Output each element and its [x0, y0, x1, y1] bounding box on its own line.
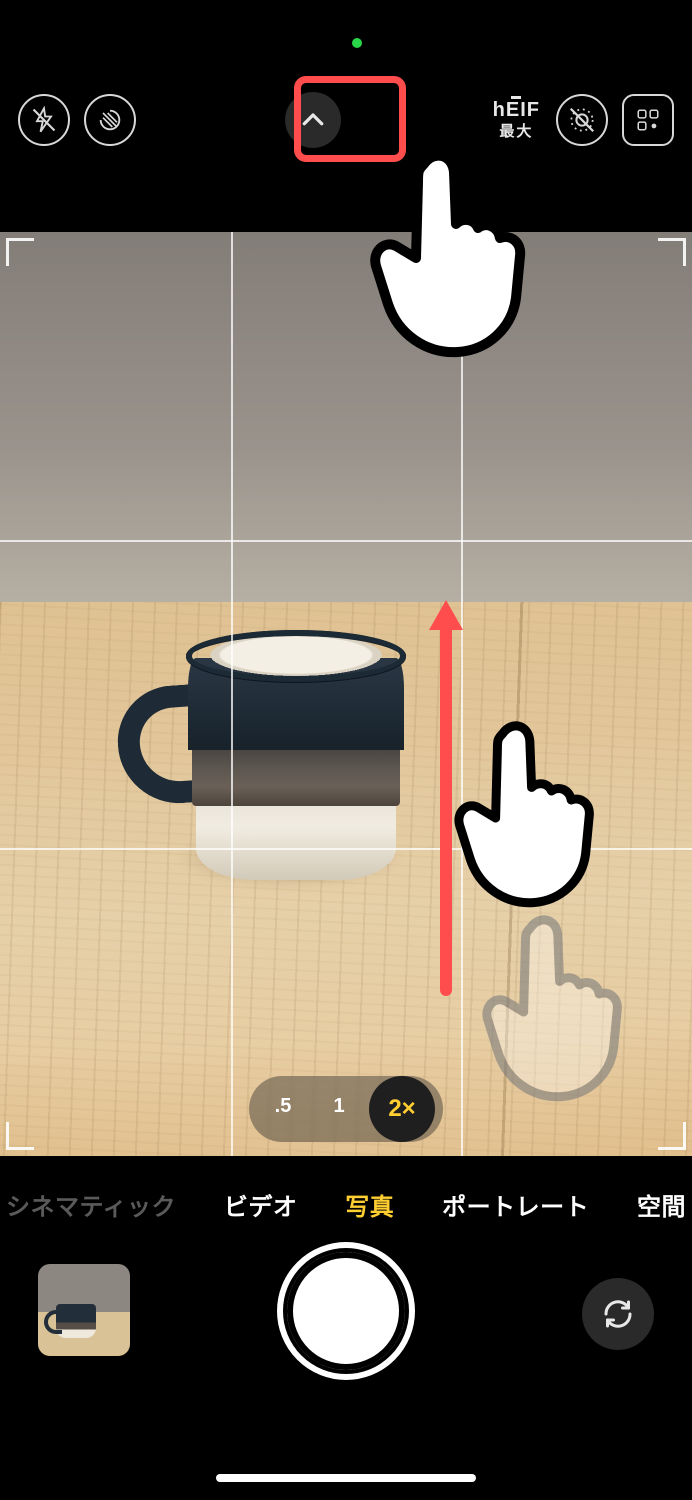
shutter-button[interactable]: [287, 1252, 405, 1370]
zoom-0-5x[interactable]: .5: [259, 1082, 307, 1130]
mode-cinematic[interactable]: シネマティック: [6, 1187, 176, 1222]
last-photo-thumbnail[interactable]: [38, 1264, 130, 1356]
swipe-hand-cursor-ghost: [466, 912, 646, 1112]
flash-off-button[interactable]: [18, 94, 70, 146]
zoom-1x[interactable]: 1: [315, 1082, 363, 1130]
live-photo-off-button[interactable]: [556, 94, 608, 146]
home-indicator[interactable]: [216, 1474, 476, 1482]
styles-grid-icon: [635, 107, 661, 133]
zoom-2x[interactable]: 2×: [369, 1076, 435, 1142]
photographic-styles-button[interactable]: [622, 94, 674, 146]
camera-flip-icon: [600, 1296, 636, 1332]
top-left-group: [18, 94, 136, 146]
mode-spatial[interactable]: 空間: [637, 1187, 686, 1222]
heif-label: hEIF: [493, 99, 540, 122]
tap-hand-cursor: [352, 148, 552, 368]
zoom-selector: .5 1 2×: [249, 1076, 443, 1142]
night-mode-off-icon: [96, 106, 124, 134]
night-mode-off-button[interactable]: [84, 94, 136, 146]
camera-app: hEIF 最大: [0, 0, 692, 1500]
heif-sublabel: 最大: [499, 120, 533, 141]
mode-photo[interactable]: 写真: [345, 1187, 394, 1222]
swipe-hand-cursor-active: [438, 718, 618, 918]
live-photo-off-icon: [567, 105, 597, 135]
camera-mode-selector[interactable]: シネマティック ビデオ 写真 ポートレート 空間: [0, 1176, 692, 1232]
format-heif-button[interactable]: hEIF 最大: [491, 99, 542, 141]
mode-portrait[interactable]: ポートレート: [442, 1187, 589, 1222]
flash-off-icon: [30, 106, 58, 134]
mode-video[interactable]: ビデオ: [224, 1187, 298, 1222]
top-right-group: hEIF 最大: [491, 94, 674, 146]
camera-active-indicator: [352, 38, 362, 48]
subject-mug: [168, 630, 418, 880]
camera-flip-button[interactable]: [582, 1278, 654, 1350]
